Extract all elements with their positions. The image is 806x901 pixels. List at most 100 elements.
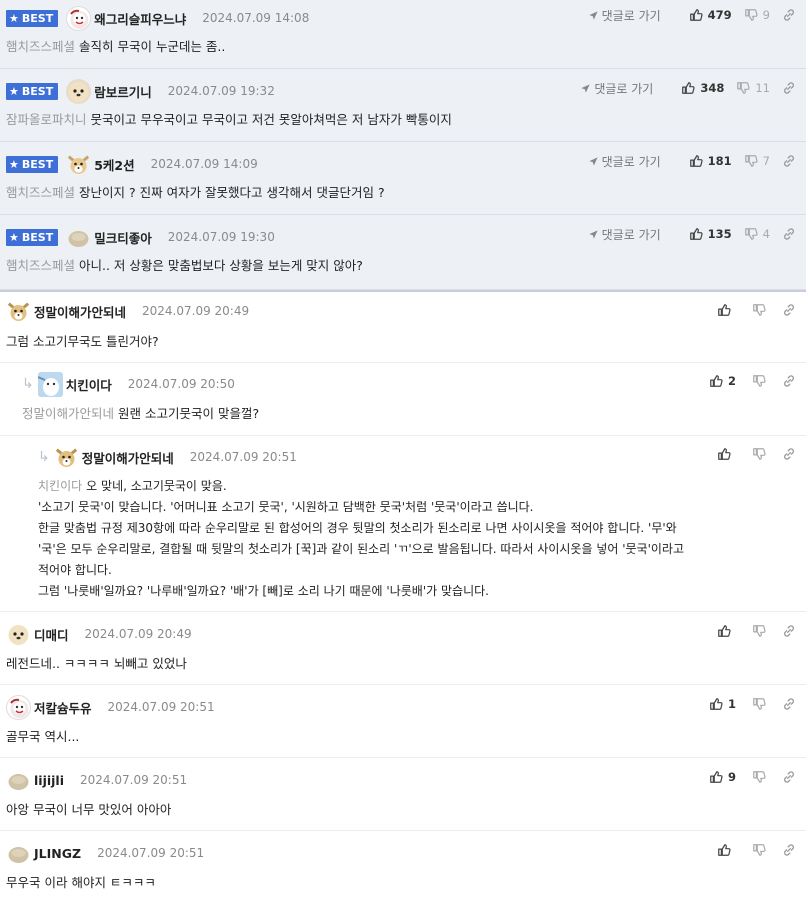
upvote-button[interactable]	[717, 624, 736, 638]
comment-text: 솔직히 무국이 누군데는 좀..	[79, 39, 226, 54]
upvote-button[interactable]	[717, 303, 736, 317]
comment: 저칼슘두유 2024.07.09 20:51 1 골무국 역시...	[0, 685, 806, 758]
mention[interactable]: 햄치즈스페셜	[6, 39, 75, 54]
thumbs-down-icon	[752, 303, 766, 317]
send-icon	[580, 83, 591, 94]
best-comment: ★ BEST 람보르기니 2024.07.09 19:32 댓글로 가기 348 …	[0, 69, 806, 142]
copy-link-button[interactable]	[782, 843, 796, 857]
comment: 디매디 2024.07.09 20:49 레전드네.. ㅋㅋㅋㅋ 뇌빼고 있었나	[0, 612, 806, 685]
avatar[interactable]	[66, 225, 91, 250]
downvote-button[interactable]: 11	[736, 81, 770, 95]
thumbs-down-icon	[752, 770, 766, 784]
downvote-button[interactable]	[752, 447, 766, 461]
mention[interactable]: 잠파올로파치니	[6, 112, 87, 127]
go-to-reply-link[interactable]: 댓글로 가기	[588, 153, 661, 170]
copy-link-button[interactable]	[782, 770, 796, 784]
downvote-button[interactable]	[752, 624, 766, 638]
avatar[interactable]	[6, 768, 31, 793]
nickname[interactable]: 디매디	[34, 625, 69, 644]
star-icon: ★	[9, 11, 19, 25]
avatar[interactable]	[54, 445, 79, 470]
avatar[interactable]	[6, 622, 31, 647]
nickname[interactable]: 치킨이다	[66, 375, 112, 394]
best-badge: ★ BEST	[6, 82, 59, 100]
avatar[interactable]	[6, 841, 31, 866]
upvote-button[interactable]: 1	[709, 697, 736, 711]
comment-date: 2024.07.09 20:49	[84, 627, 192, 641]
copy-link-button[interactable]	[782, 303, 796, 317]
downvote-button[interactable]: 7	[744, 154, 770, 168]
link-icon	[782, 374, 796, 388]
nickname[interactable]: 람보르기니	[94, 82, 152, 101]
avatar[interactable]	[6, 694, 31, 720]
upvote-button[interactable]: 9	[709, 770, 736, 784]
upvote-button[interactable]: 135	[689, 227, 732, 241]
comment: JLINGZ 2024.07.09 20:51 무우국 이라 해야지 ㅌㅋㅋㅋ	[0, 831, 806, 901]
avatar[interactable]	[6, 299, 31, 324]
thumbs-up-icon	[689, 154, 703, 168]
downvote-button[interactable]: 9	[744, 8, 770, 22]
send-icon	[588, 10, 599, 21]
nickname[interactable]: 5케2션	[94, 155, 134, 174]
thumbs-up-icon	[717, 303, 731, 317]
comment-date: 2024.07.09 20:51	[97, 846, 205, 860]
comment-text-line: 그럼 '나룻배'일까요? '나루배'일까요? '배'가 [빼]로 소리 나기 때…	[38, 584, 489, 598]
nickname[interactable]: 저칼슘두유	[34, 698, 92, 717]
upvote-button[interactable]	[717, 447, 736, 461]
comment: 정말이해가안되네 2024.07.09 20:49 그럼 소고기무국도 틀린거야…	[0, 292, 806, 363]
avatar[interactable]	[37, 371, 63, 397]
nickname[interactable]: JLINGZ	[34, 846, 81, 861]
go-to-reply-link[interactable]: 댓글로 가기	[588, 226, 661, 243]
copy-link-button[interactable]	[782, 154, 796, 168]
downvote-button[interactable]	[752, 303, 766, 317]
upvote-button[interactable]	[717, 843, 736, 857]
thumbs-down-icon	[744, 154, 758, 168]
avatar[interactable]	[66, 5, 92, 31]
best-badge: ★ BEST	[6, 228, 59, 246]
thumbs-up-icon	[709, 770, 723, 784]
mention[interactable]: 햄치즈스페셜	[6, 258, 75, 273]
copy-link-button[interactable]	[782, 374, 796, 388]
send-icon	[588, 229, 599, 240]
mention[interactable]: 정말이해가안되네	[22, 406, 114, 421]
upvote-button[interactable]: 181	[689, 154, 732, 168]
downvote-button[interactable]	[752, 697, 766, 711]
downvote-button[interactable]	[752, 843, 766, 857]
comment-text: 원랜 소고기뭇국이 맞을껄?	[118, 406, 260, 421]
thumbs-up-icon	[717, 624, 731, 638]
nickname[interactable]: 정말이해가안되네	[82, 448, 174, 467]
nickname[interactable]: 정말이해가안되네	[34, 302, 126, 321]
link-icon	[782, 154, 796, 168]
link-icon	[782, 770, 796, 784]
copy-link-button[interactable]	[782, 447, 796, 461]
nickname[interactable]: 왜그리슬피우느냐	[94, 9, 186, 28]
go-to-reply-link[interactable]: 댓글로 가기	[588, 7, 661, 24]
thumbs-down-icon	[752, 843, 766, 857]
upvote-button[interactable]: 348	[681, 81, 724, 95]
comment-text-line: 오 맞네, 소고기뭇국이 맞음.	[86, 479, 227, 493]
downvote-button[interactable]	[752, 770, 766, 784]
nickname[interactable]: lijijli	[34, 773, 64, 788]
comment-text: 장난이지 ? 진짜 여자가 잘못했다고 생각해서 댓글단거임 ?	[79, 185, 385, 200]
best-comment: ★ BEST 왜그리슬피우느냐 2024.07.09 14:08 댓글로 가기 4…	[0, 0, 806, 69]
go-to-reply-link[interactable]: 댓글로 가기	[580, 80, 653, 97]
copy-link-button[interactable]	[782, 227, 796, 241]
mention[interactable]: 치킨이다	[38, 479, 82, 493]
avatar[interactable]	[66, 78, 92, 104]
copy-link-button[interactable]	[782, 81, 796, 95]
nickname[interactable]: 밀크티좋아	[94, 228, 152, 247]
thumbs-up-icon	[717, 447, 731, 461]
copy-link-button[interactable]	[782, 697, 796, 711]
copy-link-button[interactable]	[782, 624, 796, 638]
star-icon: ★	[9, 230, 19, 244]
upvote-button[interactable]: 479	[689, 8, 732, 22]
upvote-button[interactable]: 2	[709, 374, 736, 388]
downvote-button[interactable]: 4	[744, 227, 770, 241]
downvote-button[interactable]	[752, 374, 766, 388]
star-icon: ★	[9, 157, 19, 171]
mention[interactable]: 햄치즈스페셜	[6, 185, 75, 200]
copy-link-button[interactable]	[782, 8, 796, 22]
comment-text-line: '국'은 모두 순우리말로, 결합될 때 뒷말의 첫소리가 [꾹]과 같이 된소…	[38, 542, 685, 556]
avatar[interactable]	[66, 152, 91, 177]
comment-text: 뭇국이고 무우국이고 무국이고 저건 못알아쳐먹은 저 남자가 빡통이지	[90, 112, 452, 127]
